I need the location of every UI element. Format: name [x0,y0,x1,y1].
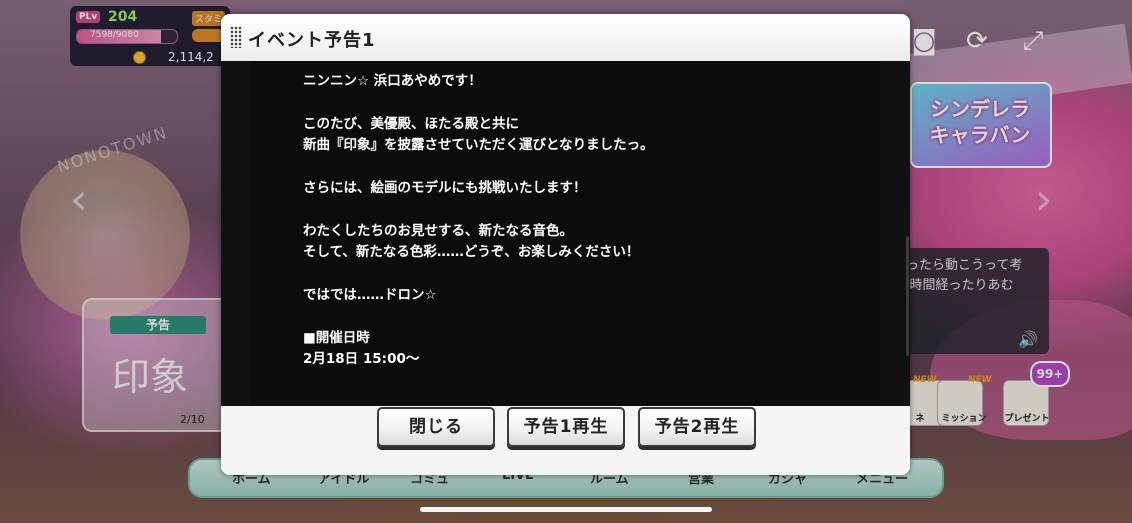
message-paragraph: ニンニン☆ 浜口あやめです！ [303,73,482,89]
message-paragraph: このたび、美優殿、ほたる殿と共に 新曲『印象』を披露させていただく運びとなりまし… [303,116,654,153]
home-indicator[interactable] [420,507,712,512]
message-text: ニンニン☆ 浜口あやめです！ このたび、美優殿、ほたる殿と共に 新曲『印象』を披… [303,71,863,370]
grid-dots-icon [230,26,242,48]
close-button[interactable]: 閉じる [377,407,495,447]
message-paragraph: ではでは……ドロン☆ [303,287,437,303]
dialog-title: イベント予告1 [248,30,376,51]
play-preview-2-button[interactable]: 予告2再生 [638,407,756,447]
dialog-body: ニンニン☆ 浜口あやめです！ このたび、美優殿、ほたる殿と共に 新曲『印象』を披… [221,61,910,406]
scrollbar[interactable] [906,236,909,356]
message-scroll-area[interactable]: ニンニン☆ 浜口あやめです！ このたび、美優殿、ほたる殿と共に 新曲『印象』を披… [251,61,909,406]
message-paragraph: さらには、絵画のモデルにも挑戦いたします！ [303,180,587,196]
schedule-heading: ■開催日時 [303,330,370,346]
schedule-date: 2月18日 15:00〜 [303,351,420,367]
message-paragraph: わたくしたちのお見せする、新たなる音色。 そして、新たなる色彩……どうぞ、お楽し… [303,223,640,260]
event-preview-dialog: イベント予告1 ニンニン☆ 浜口あやめです！ このたび、美優殿、ほたる殿と共に … [221,14,910,475]
dialog-header: イベント予告1 [221,14,910,61]
play-preview-1-button[interactable]: 予告1再生 [507,407,625,447]
